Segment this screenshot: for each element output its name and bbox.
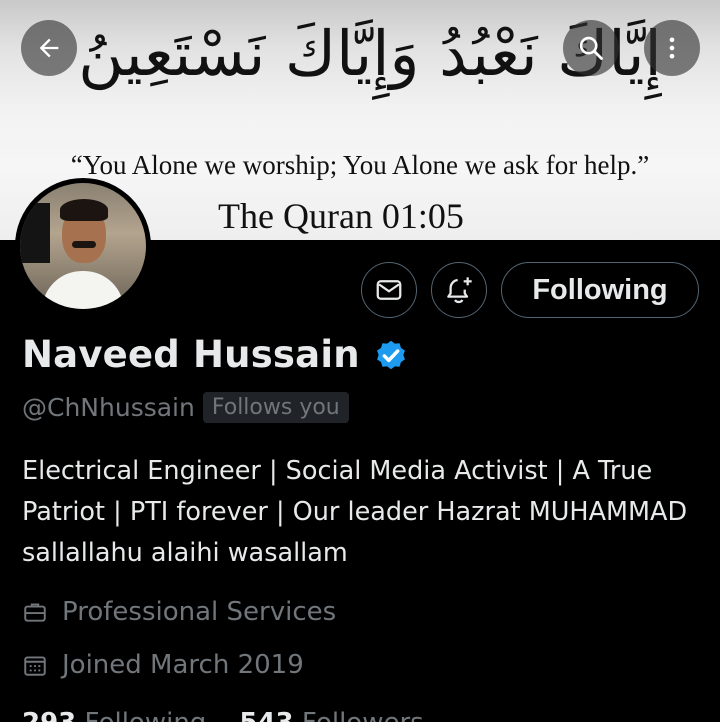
profile-category: Professional Services <box>22 597 336 627</box>
avatar-image <box>20 183 146 309</box>
followers-count: 543 <box>239 708 293 722</box>
followers-link[interactable]: 543 Followers <box>239 708 423 722</box>
follows-you-badge: Follows you <box>202 392 349 423</box>
handle-row: @ChNhussain Follows you <box>22 392 349 423</box>
briefcase-icon <box>24 603 46 622</box>
bell-plus-icon <box>447 277 472 304</box>
back-arrow-icon <box>39 38 59 58</box>
banner-translation: “You Alone we worship; You Alone we ask … <box>70 150 650 180</box>
profile-joined-label: Joined March 2019 <box>62 650 304 680</box>
profile-name-row: Naveed Hussain <box>22 333 410 376</box>
search-icon <box>579 36 603 60</box>
search-button[interactable] <box>563 20 619 76</box>
profile-bio: Electrical Engineer | Social Media Activ… <box>22 456 688 568</box>
message-button[interactable] <box>361 262 417 318</box>
banner-reference: The Quran 01:05 <box>218 196 464 236</box>
following-link[interactable]: 293 Following <box>22 708 206 722</box>
follow-stats: 293 Following 543 Followers <box>22 708 424 722</box>
calendar-icon <box>24 656 46 676</box>
notify-button[interactable] <box>431 262 487 318</box>
following-label: Following <box>85 708 207 722</box>
profile-name: Naveed Hussain <box>22 333 360 376</box>
profile-joined: Joined March 2019 <box>22 650 304 680</box>
following-button[interactable]: Following <box>501 262 699 318</box>
envelope-icon <box>376 280 402 300</box>
more-options-button[interactable] <box>644 20 700 76</box>
profile-category-label[interactable]: Professional Services <box>62 597 336 627</box>
back-button[interactable] <box>21 20 77 76</box>
verified-badge-icon[interactable] <box>372 336 410 374</box>
followers-label: Followers <box>302 708 424 722</box>
profile-handle: @ChNhussain <box>22 393 195 422</box>
following-count: 293 <box>22 708 76 722</box>
more-vertical-icon <box>669 37 675 59</box>
avatar[interactable] <box>15 178 151 314</box>
